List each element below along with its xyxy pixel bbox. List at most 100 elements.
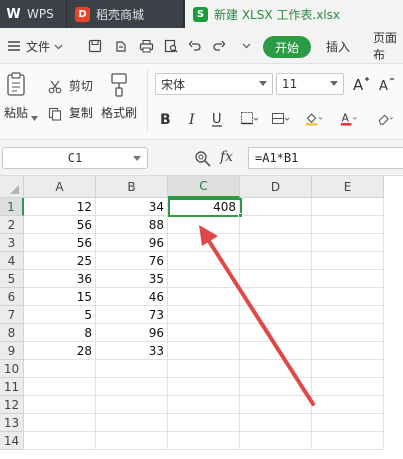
cut-button[interactable]: 剪切 [48,77,93,94]
column-header-a[interactable]: A [24,176,96,198]
redo-button[interactable] [211,28,227,64]
cell-d13[interactable] [240,414,312,432]
cell-d1[interactable] [240,198,312,216]
tab-home[interactable]: 开始 [263,36,311,58]
cell-c14[interactable] [168,432,240,450]
cell-d10[interactable] [240,360,312,378]
cell-d8[interactable] [240,324,312,342]
cell-a10[interactable] [24,360,96,378]
cell-e9[interactable] [312,342,384,360]
cell-b14[interactable] [96,432,168,450]
row-header[interactable]: 14 [0,432,24,450]
cell-b2[interactable]: 88 [96,216,168,234]
cell-a2[interactable]: 56 [24,216,96,234]
cell-d9[interactable] [240,342,312,360]
tab-docer-store[interactable]: D 稻壳商城 [67,0,183,28]
cell-e10[interactable] [312,360,384,378]
save-button[interactable] [87,28,103,64]
cell-c7[interactable] [168,306,240,324]
cell-a8[interactable]: 8 [24,324,96,342]
column-header-d[interactable]: D [240,176,312,198]
cell-c12[interactable] [168,396,240,414]
cell-b6[interactable]: 46 [96,288,168,306]
fill-color-button[interactable] [305,110,323,128]
column-header-e[interactable]: E [312,176,384,198]
row-header[interactable]: 7 [0,306,24,324]
merge-cells-button[interactable] [271,110,289,128]
file-menu[interactable]: 文件 [6,28,63,64]
cell-d11[interactable] [240,378,312,396]
cell-a9[interactable]: 28 [24,342,96,360]
tab-insert[interactable]: 插入 [326,28,350,64]
copy-button[interactable]: 复制 [48,104,93,121]
formula-input[interactable]: =A1*B1 [248,147,403,169]
cell-e12[interactable] [312,396,384,414]
row-header[interactable]: 9 [0,342,24,360]
tab-workbook[interactable]: S 新建 XLSX 工作表.xlsx [185,0,403,28]
cell-e11[interactable] [312,378,384,396]
cell-a14[interactable] [24,432,96,450]
cell-c2[interactable] [168,216,240,234]
select-all-corner[interactable] [0,176,24,198]
fill-handle[interactable] [238,213,243,218]
spreadsheet-grid[interactable]: A B C D E 1 12 34 408 2 56 88 3 56 96 4 25 76 5 36 35 6 15 46 7 5… [0,176,403,459]
font-name-select[interactable]: 宋体 [155,73,273,95]
cell-a13[interactable] [24,414,96,432]
border-button[interactable] [240,110,258,128]
row-header[interactable]: 2 [0,216,24,234]
cell-b3[interactable]: 96 [96,234,168,252]
cell-e5[interactable] [312,270,384,288]
cell-a7[interactable]: 5 [24,306,96,324]
cell-c6[interactable] [168,288,240,306]
cell-c5[interactable] [168,270,240,288]
decrease-font-button[interactable]: A [378,75,396,93]
cell-a11[interactable] [24,378,96,396]
cell-c11[interactable] [168,378,240,396]
cell-d7[interactable] [240,306,312,324]
cell-b1[interactable]: 34 [96,198,168,216]
cell-b8[interactable]: 96 [96,324,168,342]
cell-c4[interactable] [168,252,240,270]
name-box[interactable]: C1 [2,147,148,169]
cell-a12[interactable] [24,396,96,414]
cell-d12[interactable] [240,396,312,414]
increase-font-button[interactable]: A [352,75,370,93]
paste-label[interactable]: 粘贴 [4,104,28,121]
cell-e14[interactable] [312,432,384,450]
cell-c3[interactable] [168,234,240,252]
cell-a3[interactable]: 56 [24,234,96,252]
cell-c10[interactable] [168,360,240,378]
format-painter-button[interactable] [108,72,130,98]
cell-b7[interactable]: 73 [96,306,168,324]
column-header-c[interactable]: C [168,176,240,198]
cell-e13[interactable] [312,414,384,432]
cell-a4[interactable]: 25 [24,252,96,270]
font-size-select[interactable]: 11 [276,73,344,95]
cell-b11[interactable] [96,378,168,396]
row-header[interactable]: 4 [0,252,24,270]
cell-d3[interactable] [240,234,312,252]
column-header-b[interactable]: B [96,176,168,198]
row-header[interactable]: 10 [0,360,24,378]
cell-a1[interactable]: 12 [24,198,96,216]
cell-d6[interactable] [240,288,312,306]
cell-c9[interactable] [168,342,240,360]
cell-c8[interactable] [168,324,240,342]
font-color-button[interactable]: A [340,110,358,128]
row-header[interactable]: 3 [0,234,24,252]
row-header[interactable]: 12 [0,396,24,414]
cell-c1[interactable]: 408 [168,198,240,216]
cell-d2[interactable] [240,216,312,234]
cell-d4[interactable] [240,252,312,270]
tab-page-layout[interactable]: 页面布 [373,28,403,64]
cell-b9[interactable]: 33 [96,342,168,360]
export-button[interactable] [113,28,129,64]
cell-e2[interactable] [312,216,384,234]
print-preview-button[interactable] [163,28,179,64]
cell-d5[interactable] [240,270,312,288]
bold-button[interactable]: B [157,110,175,128]
row-header[interactable]: 5 [0,270,24,288]
row-header[interactable]: 11 [0,378,24,396]
cell-e8[interactable] [312,324,384,342]
cell-a5[interactable]: 36 [24,270,96,288]
